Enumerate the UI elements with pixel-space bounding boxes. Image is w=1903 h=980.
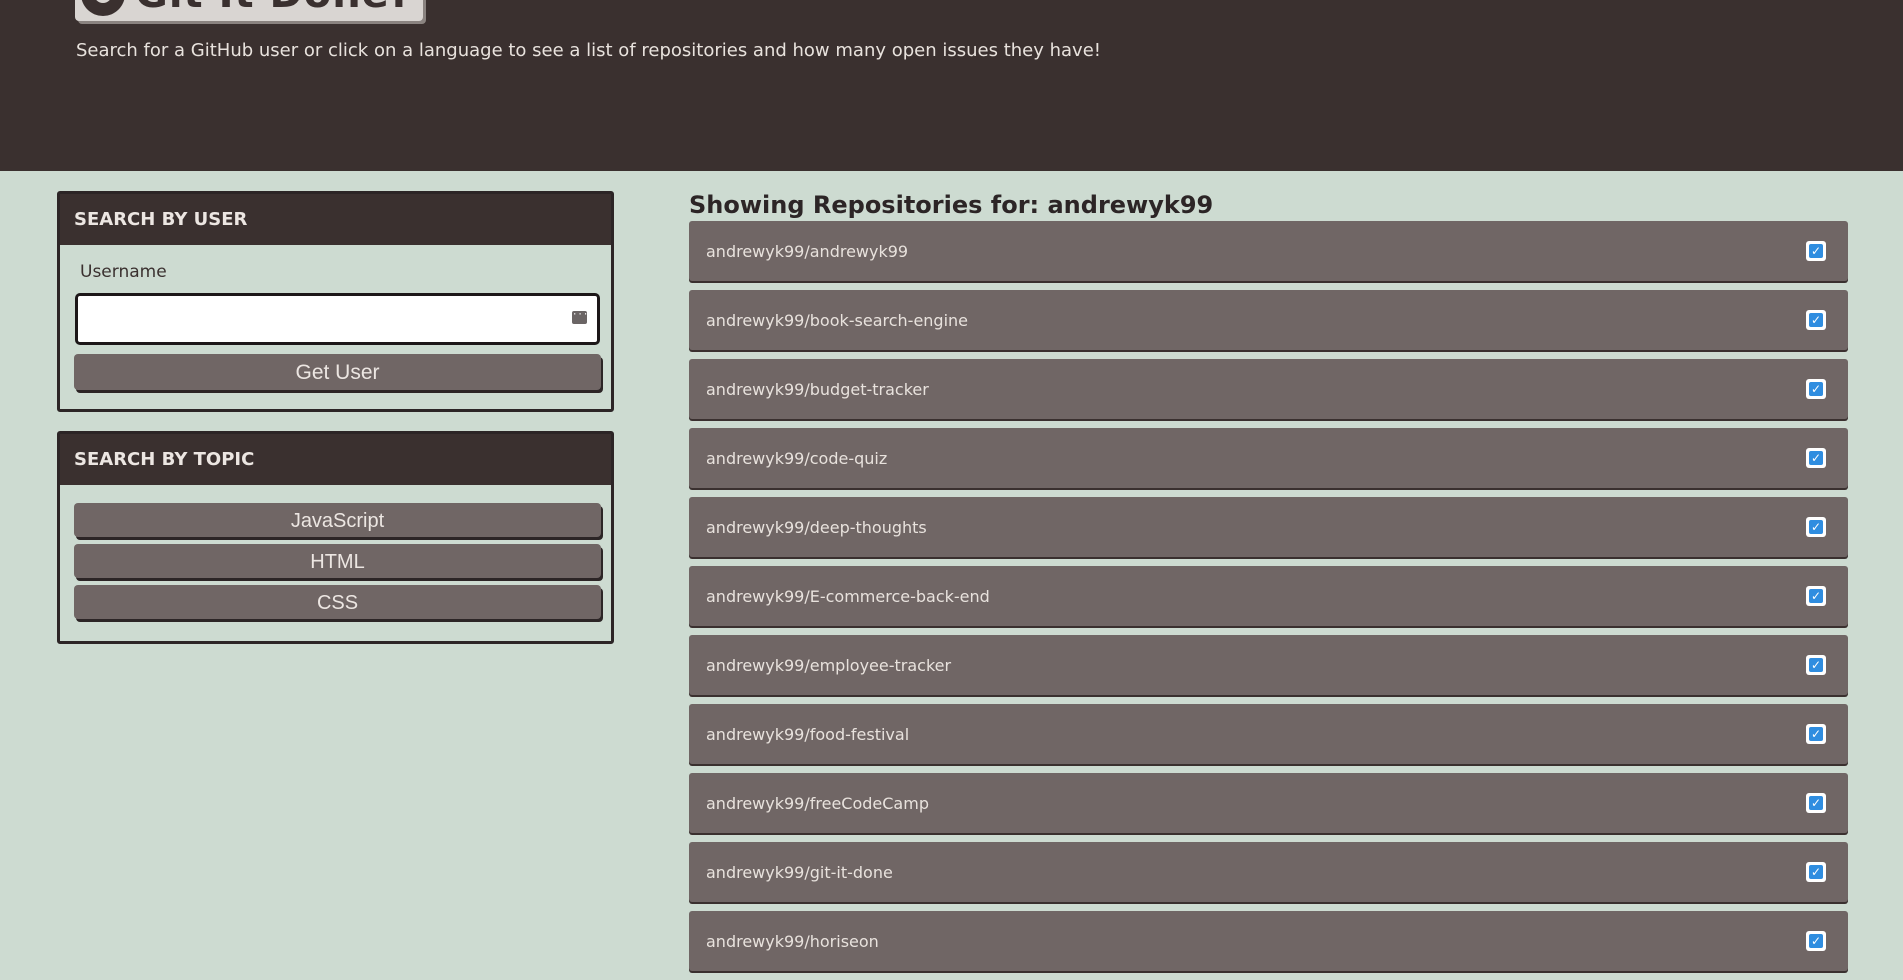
- username-input[interactable]: [78, 296, 568, 342]
- topic-button-html[interactable]: HTML: [74, 544, 601, 578]
- repo-item[interactable]: andrewyk99/employee-tracker ✓: [689, 635, 1848, 695]
- topic-search-heading: Search by topic: [60, 434, 611, 485]
- repo-item[interactable]: andrewyk99/E-commerce-back-end ✓: [689, 566, 1848, 626]
- repo-name: andrewyk99/E-commerce-back-end: [706, 586, 990, 606]
- repo-search-term: Showing Repositories for: andrewyk99: [689, 191, 1214, 219]
- repo-item[interactable]: andrewyk99/freeCodeCamp ✓: [689, 773, 1848, 833]
- check-square-icon: ✓: [1806, 241, 1826, 261]
- app-logo: Git It Done!: [75, 0, 424, 21]
- repo-item[interactable]: andrewyk99/code-quiz ✓: [689, 428, 1848, 488]
- autofill-icon[interactable]: ···: [572, 311, 588, 324]
- repo-name: andrewyk99/employee-tracker: [706, 655, 952, 675]
- repo-name: andrewyk99/deep-thoughts: [706, 517, 927, 537]
- user-search-heading: Search by user: [60, 194, 611, 245]
- repo-name: andrewyk99/budget-tracker: [706, 379, 929, 399]
- repo-item[interactable]: andrewyk99/git-it-done ✓: [689, 842, 1848, 902]
- check-square-icon: ✓: [1806, 793, 1826, 813]
- page-subtitle: Search for a GitHub user or click on a l…: [76, 40, 1101, 61]
- repo-item[interactable]: andrewyk99/book-search-engine ✓: [689, 290, 1848, 350]
- check-square-icon: ✓: [1806, 586, 1826, 606]
- repo-item[interactable]: andrewyk99/food-festival ✓: [689, 704, 1848, 764]
- check-square-icon: ✓: [1806, 310, 1826, 330]
- check-square-icon: ✓: [1806, 379, 1826, 399]
- repo-name: andrewyk99/book-search-engine: [706, 310, 969, 330]
- username-label: Username: [80, 262, 167, 282]
- repo-item[interactable]: andrewyk99/andrewyk99 ✓: [689, 221, 1848, 281]
- repo-list: andrewyk99/andrewyk99 ✓ andrewyk99/book-…: [689, 221, 1848, 980]
- topic-button-javascript[interactable]: JavaScript: [74, 503, 601, 537]
- repo-item[interactable]: andrewyk99/budget-tracker ✓: [689, 359, 1848, 419]
- repo-name: andrewyk99/git-it-done: [706, 862, 893, 882]
- check-square-icon: ✓: [1806, 724, 1826, 744]
- user-search-card: Search by user Username ··· Get User: [57, 191, 614, 412]
- repo-name: andrewyk99/horiseon: [706, 931, 879, 951]
- repo-item[interactable]: andrewyk99/horiseon ✓: [689, 911, 1848, 971]
- check-square-icon: ✓: [1806, 931, 1826, 951]
- topic-search-card: Search by topic JavaScript HTML CSS: [57, 431, 614, 644]
- get-user-button[interactable]: Get User: [74, 354, 601, 390]
- check-square-icon: ✓: [1806, 862, 1826, 882]
- repo-name: andrewyk99/food-festival: [706, 724, 910, 744]
- repo-item[interactable]: andrewyk99/deep-thoughts ✓: [689, 497, 1848, 557]
- logo-text: Git It Done!: [135, 0, 409, 17]
- check-square-icon: ✓: [1806, 517, 1826, 537]
- check-square-icon: ✓: [1806, 448, 1826, 468]
- page-header: Git It Done! Search for a GitHub user or…: [0, 0, 1903, 171]
- username-field-wrapper: ···: [75, 293, 600, 345]
- repo-name: andrewyk99/andrewyk99: [706, 241, 909, 261]
- github-icon: [81, 0, 125, 16]
- repo-name: andrewyk99/code-quiz: [706, 448, 888, 468]
- check-square-icon: ✓: [1806, 655, 1826, 675]
- repo-name: andrewyk99/freeCodeCamp: [706, 793, 929, 813]
- topic-button-css[interactable]: CSS: [74, 585, 601, 619]
